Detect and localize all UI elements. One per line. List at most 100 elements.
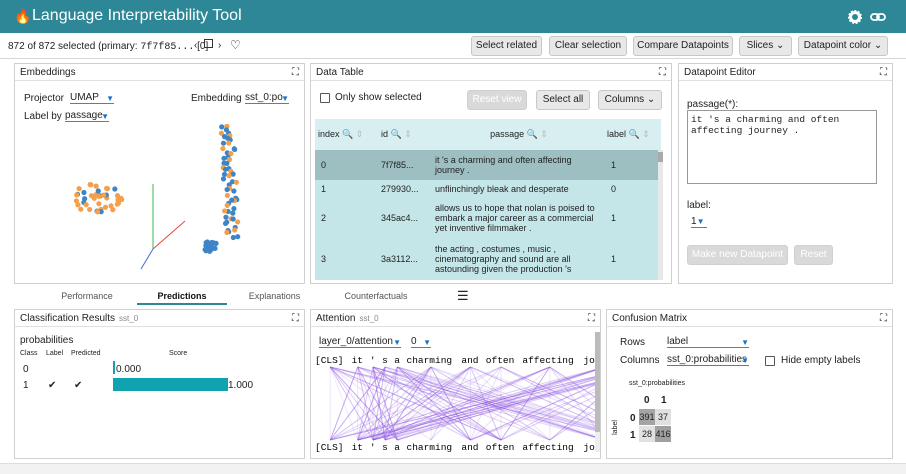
expand-icon[interactable]: ⛶: [659, 67, 666, 78]
token-bottom[interactable]: charming: [407, 442, 453, 453]
embedding-point[interactable]: [81, 189, 87, 196]
scrollbar-thumb[interactable]: [595, 332, 600, 432]
make-new-datapoint-button[interactable]: Make new Datapoint: [687, 245, 788, 265]
rows-select[interactable]: label ▼: [667, 336, 749, 348]
embedding-point[interactable]: [95, 188, 101, 194]
embedding-point[interactable]: [232, 227, 238, 233]
scrollbar-thumb[interactable]: [658, 152, 663, 162]
embedding-point[interactable]: [235, 219, 241, 225]
select-related-button[interactable]: Select related: [471, 36, 542, 56]
embedding-point[interactable]: [222, 220, 229, 227]
focus-icon[interactable]: [204, 39, 213, 48]
expand-icon[interactable]: ⛶: [588, 313, 595, 324]
embedding-point[interactable]: [235, 234, 241, 240]
reset-view-button[interactable]: Reset view: [467, 90, 527, 110]
embedding-point[interactable]: [226, 140, 232, 146]
token-bottom[interactable]: ': [370, 442, 376, 453]
embedding-point[interactable]: [224, 202, 230, 208]
embedding-point[interactable]: [224, 229, 230, 235]
embedding-point[interactable]: [230, 210, 236, 216]
sort-icon[interactable]: ⇕: [540, 129, 548, 139]
matrix-cell[interactable]: 37: [655, 409, 671, 425]
search-icon[interactable]: 🔍: [342, 129, 353, 139]
embedding-point[interactable]: [94, 209, 101, 215]
embedding-point[interactable]: [108, 203, 114, 209]
passage-textarea[interactable]: it 's a charming and often affecting jou…: [687, 110, 877, 184]
embedding-point[interactable]: [223, 214, 229, 220]
tab-explanations[interactable]: Explanations: [227, 288, 322, 305]
embedding-point[interactable]: [96, 193, 102, 200]
table-row[interactable]: 2 345ac4... allows us to hope that nolan…: [315, 198, 661, 238]
embedding-point[interactable]: [104, 186, 111, 192]
embedding-select[interactable]: sst_0:po ▼: [245, 92, 289, 104]
embedding-scatter-plot[interactable]: [15, 124, 304, 282]
table-row[interactable]: 3 3a3112... the acting , costumes , musi…: [315, 238, 661, 280]
gear-icon[interactable]: [848, 10, 862, 24]
matrix-cell[interactable]: 391: [639, 409, 655, 425]
embedding-point[interactable]: [231, 188, 237, 194]
embedding-point[interactable]: [87, 206, 93, 213]
embedding-point[interactable]: [221, 171, 228, 177]
search-icon[interactable]: 🔍: [527, 129, 538, 139]
embedding-point[interactable]: [115, 197, 121, 203]
scrollbar-track[interactable]: [595, 332, 600, 452]
sort-icon[interactable]: ⇕: [642, 129, 650, 139]
only-selected-checkbox[interactable]: [320, 93, 330, 103]
embedding-point[interactable]: [88, 182, 94, 188]
token-top[interactable]: charming: [407, 355, 453, 366]
columns-button[interactable]: Columns ⌄: [598, 90, 662, 110]
heart-icon[interactable]: ♡: [230, 38, 241, 52]
token-bottom[interactable]: s: [382, 442, 388, 453]
embedding-point[interactable]: [224, 160, 230, 167]
embedding-point[interactable]: [233, 179, 239, 185]
embedding-point[interactable]: [93, 183, 99, 189]
embedding-point[interactable]: [224, 186, 230, 193]
embedding-point[interactable]: [75, 202, 81, 208]
token-top[interactable]: ': [370, 355, 376, 366]
embedding-point[interactable]: [231, 206, 237, 212]
embedding-point[interactable]: [224, 192, 230, 199]
link-icon[interactable]: [870, 11, 886, 23]
token-top[interactable]: a: [394, 355, 400, 366]
embedding-point[interactable]: [221, 208, 228, 214]
embedding-point[interactable]: [220, 176, 227, 182]
embedding-point[interactable]: [91, 195, 97, 201]
layer-select[interactable]: layer_0/attention ▼: [319, 336, 401, 348]
embedding-point[interactable]: [220, 145, 226, 152]
tab-counterfactuals[interactable]: Counterfactuals: [322, 288, 430, 305]
embedding-point[interactable]: [226, 173, 232, 179]
head-select[interactable]: 0 ▼: [411, 336, 431, 348]
matrix-cell[interactable]: 28: [639, 426, 655, 442]
header-index[interactable]: index 🔍 ⇕: [315, 119, 375, 150]
token-bottom[interactable]: often: [486, 442, 515, 453]
token-bottom[interactable]: affecting: [522, 442, 573, 453]
embedding-point[interactable]: [230, 216, 236, 222]
next-icon[interactable]: ›: [218, 40, 221, 51]
token-bottom[interactable]: [CLS]: [315, 442, 344, 453]
projector-select[interactable]: UMAP ▼: [70, 92, 114, 104]
embedding-point[interactable]: [74, 192, 80, 198]
embedding-point[interactable]: [203, 240, 209, 246]
sort-icon[interactable]: ⇕: [356, 129, 364, 139]
token-top[interactable]: [CLS]: [315, 355, 344, 366]
menu-icon[interactable]: ☰: [457, 288, 469, 304]
expand-icon[interactable]: ⛶: [292, 67, 299, 78]
hide-empty-checkbox[interactable]: [765, 356, 775, 366]
embedding-point[interactable]: [232, 146, 238, 153]
tab-predictions[interactable]: Predictions: [137, 288, 227, 305]
header-passage[interactable]: passage 🔍 ⇕: [431, 119, 607, 150]
clear-selection-button[interactable]: Clear selection: [549, 36, 627, 56]
attention-graph[interactable]: [CLS]it'sacharmingandoftenaffectingjourn…: [311, 350, 596, 456]
columns-select[interactable]: sst_0:probabilities ▼: [667, 354, 749, 366]
search-icon[interactable]: 🔍: [629, 129, 640, 139]
label-by-select[interactable]: passage ▼: [65, 110, 109, 122]
header-id[interactable]: id 🔍 ⇕: [375, 119, 431, 150]
token-bottom[interactable]: a: [394, 442, 400, 453]
embedding-point[interactable]: [101, 192, 107, 198]
select-all-button[interactable]: Select all: [536, 90, 590, 110]
token-bottom[interactable]: and: [461, 442, 478, 453]
slices-button[interactable]: Slices ⌄: [739, 36, 792, 56]
embedding-point[interactable]: [78, 206, 84, 212]
token-top[interactable]: affecting: [522, 355, 573, 366]
token-top[interactable]: s: [382, 355, 388, 366]
